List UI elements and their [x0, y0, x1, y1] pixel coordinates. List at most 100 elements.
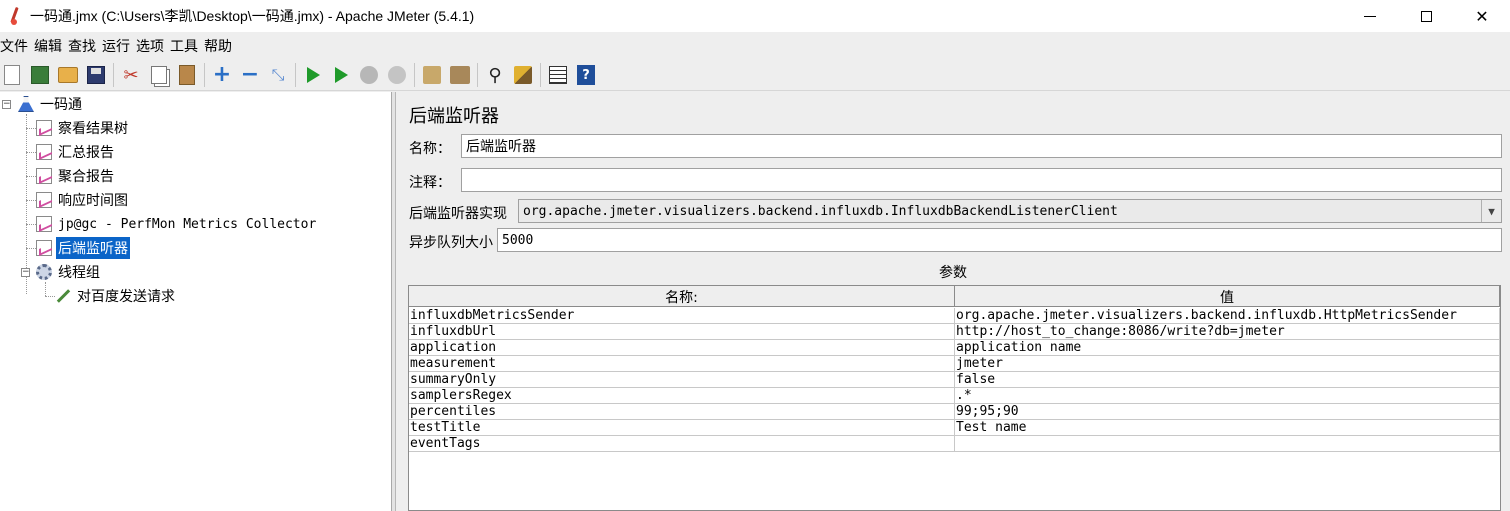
toggle-icon: ⤡: [271, 65, 285, 84]
tree-line: [26, 224, 36, 225]
table-row[interactable]: percentiles 99;95;90: [409, 404, 1500, 420]
toggle-button[interactable]: ⤡: [266, 63, 290, 87]
minimize-icon: [1364, 15, 1376, 17]
test-plan-icon: [18, 96, 34, 112]
queue-size-label: 异步队列大小: [409, 235, 493, 251]
search-button[interactable]: ⚲: [483, 63, 507, 87]
tree-node-test-plan[interactable]: 一码通: [18, 93, 84, 115]
menu-run[interactable]: 运行: [102, 36, 134, 56]
listener-icon: [36, 192, 52, 208]
param-name-cell[interactable]: influxdbUrl: [409, 324, 955, 340]
menu-file[interactable]: 文件: [0, 36, 32, 56]
tree-node-perfmon-collector[interactable]: jp@gc - PerfMon Metrics Collector: [36, 213, 318, 235]
backend-listener-panel: 后端监听器 名称： 后端监听器 注释： 后端监听器实现 org.apache.j…: [397, 92, 1510, 511]
sampler-pipette-icon: [55, 288, 71, 304]
menu-tools[interactable]: 工具: [170, 36, 202, 56]
param-value-cell[interactable]: Test name: [955, 420, 1500, 436]
jmeter-feather-icon: [8, 7, 22, 25]
tree-node-thread-group[interactable]: 线程组: [36, 261, 102, 283]
param-value-cell[interactable]: false: [955, 372, 1500, 388]
table-row[interactable]: eventTags: [409, 436, 1500, 452]
column-header-name[interactable]: 名称:: [409, 286, 955, 307]
comment-field[interactable]: [461, 168, 1502, 192]
table-row[interactable]: influxdbUrl http://host_to_change:8086/w…: [409, 324, 1500, 340]
tree-node-backend-listener[interactable]: 后端监听器: [36, 237, 130, 259]
column-header-value[interactable]: 值: [955, 286, 1500, 307]
close-icon: ✕: [1475, 6, 1489, 26]
param-value-cell[interactable]: .*: [955, 388, 1500, 404]
start-icon: [306, 67, 320, 83]
param-name-cell[interactable]: measurement: [409, 356, 955, 372]
impl-select-value: org.apache.jmeter.visualizers.backend.in…: [523, 203, 1118, 219]
params-section-title: 参数: [939, 265, 967, 281]
toolbar-separator: [113, 63, 114, 87]
maximize-button[interactable]: [1398, 0, 1454, 32]
menu-bar: 文件 编辑 查找 运行 选项 工具 帮助: [0, 33, 1510, 59]
param-name-cell[interactable]: testTitle: [409, 420, 955, 436]
open-button[interactable]: [56, 63, 80, 87]
table-row[interactable]: summaryOnly false: [409, 372, 1500, 388]
tree-node-summary-report[interactable]: 汇总报告: [36, 141, 116, 163]
param-value-cell[interactable]: org.apache.jmeter.visualizers.backend.in…: [955, 308, 1500, 324]
new-button[interactable]: [0, 63, 24, 87]
table-row[interactable]: measurement jmeter: [409, 356, 1500, 372]
reset-search-button[interactable]: [511, 63, 535, 87]
table-row[interactable]: influxdbMetricsSender org.apache.jmeter.…: [409, 308, 1500, 324]
start-no-timers-icon: [334, 67, 348, 83]
listener-icon: [36, 144, 52, 160]
table-row[interactable]: samplersRegex .*: [409, 388, 1500, 404]
tree-line: [26, 128, 36, 129]
save-icon: [87, 66, 105, 84]
name-field[interactable]: 后端监听器: [461, 134, 1502, 158]
menu-options[interactable]: 选项: [136, 36, 168, 56]
param-name-cell[interactable]: eventTags: [409, 436, 955, 452]
pane-splitter[interactable]: [392, 92, 396, 511]
function-helper-button[interactable]: [546, 63, 570, 87]
toolbar-separator: [477, 63, 478, 87]
param-name-cell[interactable]: application: [409, 340, 955, 356]
templates-button[interactable]: [28, 63, 52, 87]
paste-button[interactable]: [175, 63, 199, 87]
collapse-all-button[interactable]: −: [238, 63, 262, 87]
paste-icon: [179, 65, 195, 85]
clear-all-button[interactable]: [448, 63, 472, 87]
stop-button[interactable]: [357, 63, 381, 87]
start-button[interactable]: [301, 63, 325, 87]
cut-button[interactable]: ✂: [119, 63, 143, 87]
param-value-cell[interactable]: jmeter: [955, 356, 1500, 372]
tree-node-aggregate-report[interactable]: 聚合报告: [36, 165, 116, 187]
param-value-cell[interactable]: http://host_to_change:8086/write?db=jmet…: [955, 324, 1500, 340]
param-value-cell[interactable]: 99;95;90: [955, 404, 1500, 420]
impl-select[interactable]: org.apache.jmeter.visualizers.backend.in…: [518, 199, 1502, 223]
help-button[interactable]: ?: [574, 63, 598, 87]
param-value-cell[interactable]: application name: [955, 340, 1500, 356]
clear-button[interactable]: [420, 63, 444, 87]
queue-size-field[interactable]: 5000: [497, 228, 1502, 252]
collapse-toggle-icon[interactable]: −: [21, 268, 30, 277]
param-name-cell[interactable]: samplersRegex: [409, 388, 955, 404]
shutdown-button[interactable]: [385, 63, 409, 87]
param-name-cell[interactable]: percentiles: [409, 404, 955, 420]
start-no-timers-button[interactable]: [329, 63, 353, 87]
close-button[interactable]: ✕: [1454, 0, 1510, 32]
tree-node-response-time-graph[interactable]: 响应时间图: [36, 189, 130, 211]
clear-all-icon: [450, 66, 470, 84]
menu-edit[interactable]: 编辑: [34, 36, 66, 56]
menu-search[interactable]: 查找: [68, 36, 100, 56]
param-name-cell[interactable]: influxdbMetricsSender: [409, 308, 955, 324]
collapse-toggle-icon[interactable]: −: [2, 100, 11, 109]
menu-help[interactable]: 帮助: [204, 36, 236, 56]
table-row[interactable]: testTitle Test name: [409, 420, 1500, 436]
copy-button[interactable]: [147, 63, 171, 87]
expand-all-button[interactable]: +: [210, 63, 234, 87]
save-button[interactable]: [84, 63, 108, 87]
minimize-button[interactable]: [1342, 0, 1398, 32]
tree-node-http-sampler[interactable]: 对百度发送请求: [55, 285, 177, 307]
param-value-cell[interactable]: [955, 436, 1500, 452]
tree-node-view-results-tree[interactable]: 察看结果树: [36, 117, 130, 139]
table-row[interactable]: application application name: [409, 340, 1500, 356]
test-plan-tree: − 一码通 察看结果树 汇总报告 聚合报告 响应时间图 jp@gc - Perf…: [0, 92, 392, 511]
listener-icon: [36, 240, 52, 256]
param-name-cell[interactable]: summaryOnly: [409, 372, 955, 388]
toolbar-separator: [204, 63, 205, 87]
